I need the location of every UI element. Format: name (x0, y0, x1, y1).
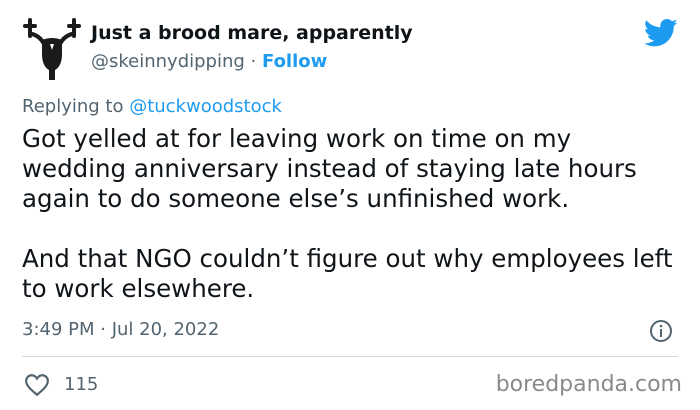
tweet-paragraph-1: Got yelled at for leaving work on time o… (22, 124, 637, 213)
replying-to-line: Replying to @tuckwoodstock (22, 96, 282, 117)
uterus-avatar-icon[interactable] (22, 14, 82, 84)
like-count: 115 (64, 374, 99, 395)
watermark: boredpanda.com (495, 372, 682, 397)
replying-prefix: Replying to (22, 96, 130, 117)
author-name[interactable]: Just a brood mare, apparently (91, 22, 413, 44)
divider (22, 356, 678, 357)
tweet-text: Got yelled at for leaving work on time o… (22, 124, 682, 304)
separator: · (244, 51, 262, 72)
info-icon[interactable] (649, 319, 673, 343)
tweet-timestamp[interactable]: 3:49 PM · Jul 20, 2022 (22, 319, 219, 340)
author-handle-line: @skeinnydipping · Follow (91, 51, 327, 72)
twitter-bird-icon[interactable] (644, 18, 678, 48)
tweet-paragraph-2: And that NGO couldn’t figure out why emp… (22, 244, 673, 303)
author-handle[interactable]: @skeinnydipping (91, 51, 245, 72)
follow-button[interactable]: Follow (262, 51, 327, 72)
heart-icon[interactable] (24, 373, 50, 397)
replying-to-mention[interactable]: @tuckwoodstock (129, 96, 282, 117)
tweet-card: Just a brood mare, apparently @skeinnydi… (0, 0, 700, 410)
